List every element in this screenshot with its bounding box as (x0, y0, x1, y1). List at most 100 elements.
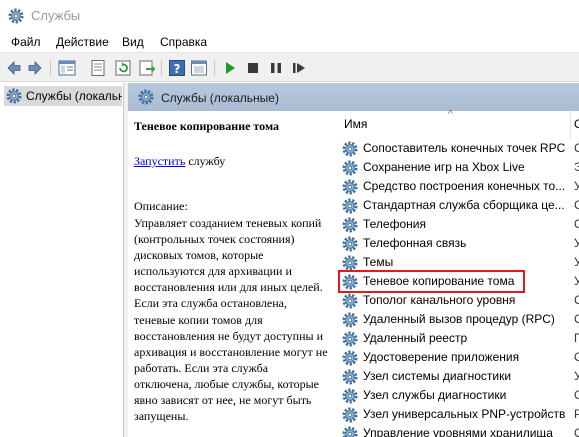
gear-icon (342, 217, 358, 233)
gear-icon (342, 179, 358, 195)
stop-icon[interactable] (244, 59, 262, 77)
description-text: Управляет созданием теневых копий (контр… (134, 216, 328, 424)
svg-text:?: ? (174, 62, 181, 76)
start-service-link[interactable]: Запустить (134, 154, 185, 168)
service-description-cell: Р (574, 407, 579, 421)
sort-ascending-icon: ^ (448, 109, 453, 120)
gear-icon (342, 141, 358, 157)
back-icon[interactable] (5, 59, 23, 77)
tree-item-label: Службы (локальные) (26, 89, 122, 103)
gear-icon (342, 407, 358, 423)
gear-icon (342, 388, 358, 404)
service-name: Телефонная связь (363, 236, 467, 250)
list-item[interactable]: Телефония О (330, 215, 579, 234)
console-icon[interactable] (190, 59, 208, 77)
service-description-cell: У (574, 274, 579, 288)
menu-bar: Файл Действие Вид Справка (0, 32, 579, 52)
service-description-cell: О (574, 426, 579, 437)
menu-view[interactable]: Вид (122, 35, 144, 49)
list-item[interactable]: Тополог канального уровня С (330, 291, 579, 310)
service-description-cell: У (574, 236, 579, 250)
column-divider[interactable] (570, 111, 571, 139)
list-item[interactable]: Узел системы диагностики У (330, 367, 579, 386)
title-bar: Службы (0, 0, 579, 32)
gear-icon (342, 160, 358, 176)
refresh-icon[interactable] (114, 59, 132, 77)
service-name: Сохранение игр на Xbox Live (363, 160, 525, 174)
list-item[interactable]: Сопоставитель конечных точек RPC С (330, 139, 579, 158)
gear-icon (138, 89, 154, 105)
gear-icon (342, 426, 358, 437)
services-list: ^ Имя О Сопоставитель конечных точек RPC… (330, 109, 579, 437)
list-item[interactable]: Узел универсальных PNP-устройств Р (330, 405, 579, 424)
list-item[interactable]: Средство построения конечных то... У (330, 177, 579, 196)
forward-icon[interactable] (26, 59, 44, 77)
service-description-cell: У (574, 255, 579, 269)
gear-icon (6, 88, 22, 104)
window-title: Службы (31, 8, 81, 23)
help-icon[interactable]: ? (168, 59, 186, 77)
gear-icon (342, 331, 358, 347)
service-description-cell: У (574, 369, 579, 383)
service-description-cell: С (574, 312, 579, 326)
column-header-name[interactable]: Имя (344, 117, 367, 131)
start-service-suffix: службу (185, 154, 226, 168)
service-name: Средство построения конечных то... (363, 179, 566, 193)
service-name: Узел системы диагностики (363, 369, 512, 383)
service-name: Темы (363, 255, 394, 269)
gear-icon (342, 293, 358, 309)
gear-icon (342, 369, 358, 385)
list-item[interactable]: Стандартная служба сборщика це... С (330, 196, 579, 215)
list-item[interactable]: Удаленный реестр П (330, 329, 579, 348)
service-name: Сопоставитель конечных точек RPC (363, 141, 566, 155)
list-item[interactable]: Удаленный вызов процедур (RPC) С (330, 310, 579, 329)
service-name: Удаленный реестр (363, 331, 468, 345)
gear-icon (342, 350, 358, 366)
service-name: Управление уровнями хранилища (363, 426, 553, 437)
pane-header-title: Службы (локальные) (161, 91, 279, 105)
export-icon[interactable] (138, 59, 156, 77)
service-name: Удостоверение приложения (363, 350, 520, 364)
list-item[interactable]: Удостоверение приложения О (330, 348, 579, 367)
start-icon[interactable] (221, 59, 239, 77)
service-name: Теневое копирование тома (363, 274, 515, 288)
gear-icon (8, 8, 24, 24)
menu-action[interactable]: Действие (56, 35, 109, 49)
restart-icon[interactable] (290, 59, 308, 77)
list-item[interactable]: Телефонная связь У (330, 234, 579, 253)
service-name: Телефония (363, 217, 426, 231)
column-header-description[interactable]: О (574, 117, 579, 131)
service-description-panel: Теневое копирование тома Запустить служб… (128, 111, 330, 437)
service-name: Узел универсальных PNP-устройств (363, 407, 566, 421)
service-name: Удаленный вызов процедур (RPC) (363, 312, 555, 326)
menu-file[interactable]: Файл (11, 35, 41, 49)
show-tree-icon[interactable] (58, 59, 76, 77)
gear-icon (342, 312, 358, 328)
console-tree: Службы (локальные) (0, 83, 124, 437)
list-item[interactable]: Сохранение игр на Xbox Live Э (330, 158, 579, 177)
list-item[interactable]: Управление уровнями хранилища О (330, 424, 579, 437)
service-name: Узел службы диагностики (363, 388, 507, 402)
gear-icon (342, 255, 358, 271)
service-description-cell: С (574, 141, 579, 155)
description-label: Описание: (134, 199, 188, 213)
gear-icon (342, 274, 358, 290)
menu-help[interactable]: Справка (160, 35, 207, 49)
service-description-cell: С (574, 198, 579, 212)
properties-icon[interactable] (89, 59, 107, 77)
service-name: Тополог канального уровня (363, 293, 516, 307)
service-description-cell: У (574, 179, 579, 193)
service-description-cell: О (574, 350, 579, 364)
start-service-line: Запустить службу (134, 154, 225, 169)
service-description-cell: С (574, 388, 579, 402)
service-description-cell: О (574, 217, 579, 231)
service-description-cell: Э (574, 160, 579, 174)
toolbar: ? (0, 52, 579, 82)
tree-item-services[interactable]: Службы (локальные) (4, 86, 122, 106)
pause-icon[interactable] (267, 59, 285, 77)
services-pane: Службы (локальные) Теневое копирование т… (128, 83, 579, 437)
gear-icon (342, 236, 358, 252)
gear-icon (342, 198, 358, 214)
list-item[interactable]: Узел службы диагностики С (330, 386, 579, 405)
list-item-selected[interactable]: Теневое копирование тома У (330, 270, 579, 293)
